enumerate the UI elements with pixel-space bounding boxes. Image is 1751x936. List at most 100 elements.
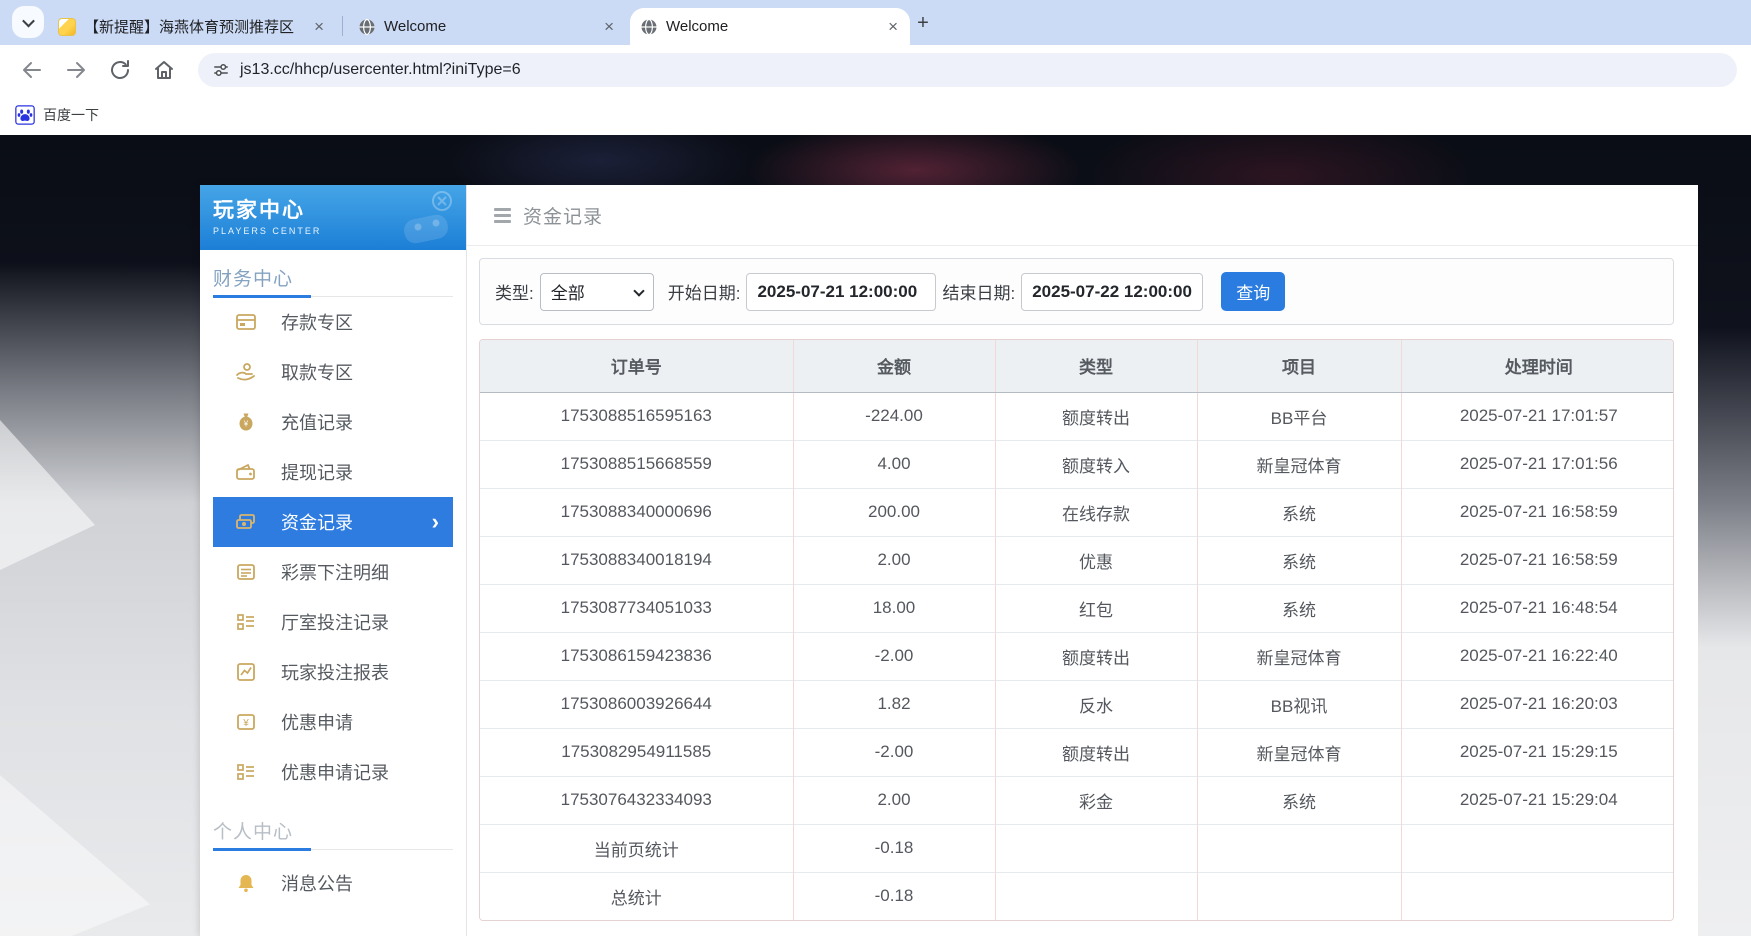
- close-icon[interactable]: ×: [602, 17, 616, 37]
- sidebar-item-label: 充值记录: [281, 409, 353, 435]
- tab-search-button[interactable]: [12, 6, 44, 38]
- table-row: 总统计 -0.18: [480, 872, 1674, 920]
- cell-amount: 1.82: [793, 680, 995, 728]
- funds-table: 订单号 金额 类型 项目 处理时间 1753088516595163 -224.…: [479, 339, 1674, 921]
- sidebar-item-player-bet-report[interactable]: 玩家投注报表: [213, 647, 453, 697]
- browser-tab-3-active[interactable]: Welcome ×: [630, 8, 910, 45]
- new-tab-button[interactable]: +: [912, 12, 934, 34]
- chevron-down-icon: [633, 285, 644, 296]
- bookmark-baidu[interactable]: 百度一下: [15, 105, 99, 125]
- reload-icon[interactable]: [108, 58, 132, 82]
- cell-amount: -2.00: [793, 728, 995, 776]
- column-header-project: 项目: [1197, 340, 1401, 392]
- bookmark-label: 百度一下: [43, 105, 99, 125]
- cell-type: 额度转入: [995, 440, 1197, 488]
- sidebar-item-label: 优惠申请: [281, 709, 353, 735]
- sidebar-item-deposit[interactable]: 存款专区: [213, 297, 453, 347]
- cell-type: 额度转出: [995, 632, 1197, 680]
- close-icon[interactable]: ×: [312, 17, 326, 37]
- cell-project: 系统: [1197, 536, 1401, 584]
- baidu-paw-icon: [15, 105, 35, 125]
- table-row: 1753086159423836 -2.00 额度转出 新皇冠体育 2025-0…: [480, 632, 1674, 680]
- tab-title: 【新提醒】海燕体育预测推荐区: [84, 16, 304, 37]
- sidebar-item-label: 提现记录: [281, 459, 353, 485]
- cell-type: 优惠: [995, 536, 1197, 584]
- cell-order-no: 当前页统计: [480, 824, 793, 872]
- sidebar-item-label: 彩票下注明细: [281, 559, 389, 585]
- grid-list-icon: [235, 761, 257, 783]
- sidebar-item-label: 厅室投注记录: [281, 609, 389, 635]
- cell-time: 2025-07-21 15:29:04: [1401, 776, 1674, 824]
- main-panel: 资金记录 类型: 全部 开始日期: 结束日期: 查询 订单号 金额 类型: [466, 185, 1698, 936]
- sidebar-banner: 玩家中心 PLAYERS CENTER: [200, 185, 466, 250]
- cell-type: 在线存款: [995, 488, 1197, 536]
- sidebar-item-withdraw[interactable]: 取款专区: [213, 347, 453, 397]
- type-select[interactable]: 全部: [540, 273, 654, 311]
- sidebar-item-funds-record[interactable]: 资金记录 ›: [213, 497, 453, 547]
- background-right-decor: [1698, 135, 1751, 936]
- forward-icon[interactable]: [64, 58, 88, 82]
- table-body: 1753088516595163 -224.00 额度转出 BB平台 2025-…: [480, 392, 1674, 920]
- column-header-amount: 金额: [793, 340, 995, 392]
- cell-project: 新皇冠体育: [1197, 440, 1401, 488]
- end-date-input[interactable]: [1021, 273, 1203, 311]
- cell-project: [1197, 824, 1401, 872]
- query-button[interactable]: 查询: [1221, 272, 1285, 311]
- column-header-order-no: 订单号: [480, 340, 793, 392]
- cell-amount: 4.00: [793, 440, 995, 488]
- page-background: 玩家中心 PLAYERS CENTER 财务中心 存款专区 取款专区 ¥ 充值记…: [0, 135, 1751, 936]
- home-icon[interactable]: [152, 58, 176, 82]
- table-row: 1753082954911585 -2.00 额度转出 新皇冠体育 2025-0…: [480, 728, 1674, 776]
- sidebar-item-promo-apply[interactable]: ¥ 优惠申请: [213, 697, 453, 747]
- sidebar-item-label: 存款专区: [281, 309, 353, 335]
- cell-order-no: 1753082954911585: [480, 728, 793, 776]
- tab-strip: 【新提醒】海燕体育预测推荐区 × Welcome × Welcome × +: [0, 0, 1751, 45]
- start-date-label: 开始日期:: [668, 279, 741, 304]
- cell-amount: -0.18: [793, 824, 995, 872]
- sidebar-item-label: 玩家投注报表: [281, 659, 389, 685]
- browser-tab-2[interactable]: Welcome ×: [348, 8, 626, 45]
- cell-order-no: 1753088340018194: [480, 536, 793, 584]
- sidebar-item-label: 资金记录: [281, 509, 353, 535]
- column-header-time: 处理时间: [1401, 340, 1674, 392]
- tab-title: Welcome: [384, 18, 594, 35]
- address-bar[interactable]: js13.cc/hhcp/usercenter.html?iniType=6: [198, 53, 1737, 87]
- globe-icon: [358, 18, 376, 36]
- sidebar-item-promo-record[interactable]: 优惠申请记录: [213, 747, 453, 797]
- wallet-icon: [235, 461, 257, 483]
- tab-title: Welcome: [666, 18, 878, 35]
- cell-type: 彩金: [995, 776, 1197, 824]
- main-header: 资金记录: [467, 185, 1698, 246]
- sidebar-item-recharge-record[interactable]: ¥ 充值记录: [213, 397, 453, 447]
- cell-project: [1197, 872, 1401, 920]
- envelope-yuan-icon: ¥: [235, 711, 257, 733]
- table-row: 当前页统计 -0.18: [480, 824, 1674, 872]
- sidebar-item-label: 取款专区: [281, 359, 353, 385]
- sidebar-item-notice[interactable]: 消息公告: [213, 858, 453, 908]
- cell-amount: -0.18: [793, 872, 995, 920]
- table-row: 1753076432334093 2.00 彩金 系统 2025-07-21 1…: [480, 776, 1674, 824]
- cell-type: 反水: [995, 680, 1197, 728]
- column-header-type: 类型: [995, 340, 1197, 392]
- section-underline: [213, 849, 453, 850]
- type-select-value: 全部: [551, 279, 585, 304]
- cell-project: 新皇冠体育: [1197, 632, 1401, 680]
- sidebar-item-hall-bet-record[interactable]: 厅室投注记录: [213, 597, 453, 647]
- cell-order-no: 1753076432334093: [480, 776, 793, 824]
- cell-type: 额度转出: [995, 728, 1197, 776]
- svg-text:¥: ¥: [243, 420, 249, 429]
- close-icon[interactable]: ×: [886, 17, 900, 37]
- hamburger-icon[interactable]: [494, 208, 511, 223]
- sidebar-item-lottery-bet-detail[interactable]: 彩票下注明细: [213, 547, 453, 597]
- sidebar-item-withdrawal-record[interactable]: 提现记录: [213, 447, 453, 497]
- browser-toolbar: js13.cc/hhcp/usercenter.html?iniType=6: [0, 45, 1751, 95]
- browser-tab-1[interactable]: 【新提醒】海燕体育预测推荐区 ×: [48, 8, 336, 45]
- back-icon[interactable]: [20, 58, 44, 82]
- cell-amount: 200.00: [793, 488, 995, 536]
- cell-time: 2025-07-21 16:58:59: [1401, 536, 1674, 584]
- cell-amount: -2.00: [793, 632, 995, 680]
- table-row: 1753088340000696 200.00 在线存款 系统 2025-07-…: [480, 488, 1674, 536]
- site-settings-icon[interactable]: [212, 61, 230, 79]
- start-date-input[interactable]: [746, 273, 936, 311]
- cell-project: 系统: [1197, 488, 1401, 536]
